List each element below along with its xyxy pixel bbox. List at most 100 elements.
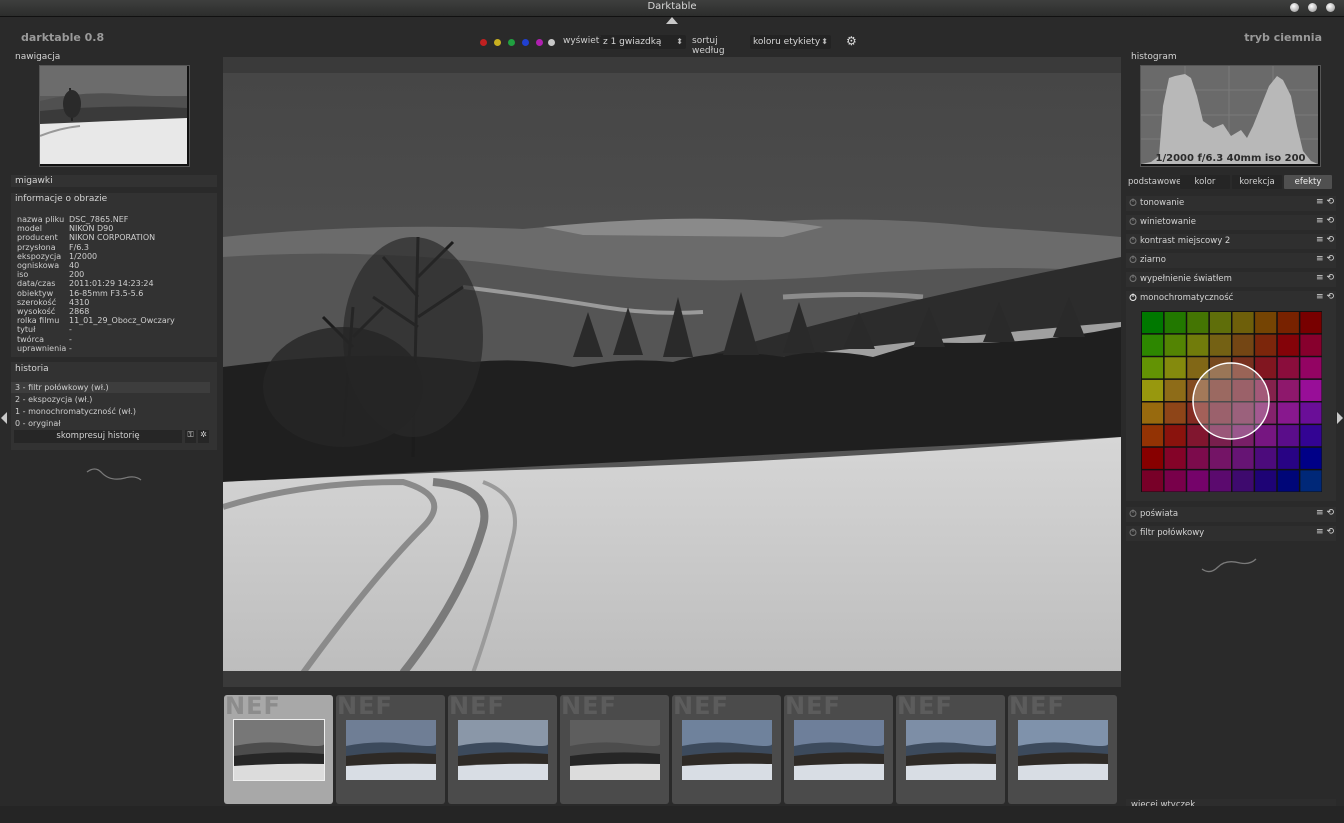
module-presets-icon[interactable]: ≡ ⟲ (1316, 235, 1334, 245)
histogram-exif-info: 1/2000 f/6.3 40mm iso 200 (1155, 153, 1306, 164)
image-info-value: NIKON D90 (69, 224, 114, 234)
module-header[interactable]: winietowanie ≡ ⟲ (1126, 215, 1336, 230)
navigation-preview[interactable] (39, 65, 190, 167)
color-label-purple-icon[interactable] (536, 39, 543, 46)
module-presets-icon[interactable]: ≡ ⟲ (1316, 292, 1334, 302)
history-item[interactable]: 3 - filtr połówkowy (wł.) (11, 382, 210, 393)
compress-history-button[interactable]: skompresuj historię (14, 430, 182, 443)
image-info-value: 11_01_29_Obocz_Owczary (69, 316, 175, 326)
filmstrip[interactable]: NEF NEF NEF NEF NEF NEF NEF NEF (223, 694, 1121, 806)
snapshots-title: migawki (15, 176, 53, 186)
power-icon[interactable] (1129, 198, 1137, 206)
image-info-key: szerokość (17, 297, 57, 307)
power-icon[interactable] (1129, 528, 1137, 536)
tab-basic[interactable]: podstawowe (1128, 177, 1181, 187)
module-presets-icon[interactable]: ≡ ⟲ (1316, 216, 1334, 226)
image-info-key: uprawnienia (17, 343, 67, 353)
monochrome-color-grid[interactable] (1141, 311, 1322, 492)
module-presets-icon[interactable]: ≡ ⟲ (1316, 197, 1334, 207)
module-presets-icon[interactable]: ≡ ⟲ (1316, 273, 1334, 283)
power-icon[interactable] (1129, 293, 1137, 301)
image-info-value: 2011:01:29 14:23:24 (69, 279, 154, 289)
image-info-key: wysokość (17, 307, 56, 316)
window-title: Darktable (647, 1, 697, 12)
thumbnail-image (1018, 720, 1108, 780)
module-header[interactable]: filtr połówkowy ≡ ⟲ (1126, 526, 1336, 541)
file-type-badge: NEF (1009, 695, 1065, 720)
power-icon[interactable] (1129, 217, 1137, 225)
module-header[interactable]: poświata ≡ ⟲ (1126, 507, 1336, 522)
filmstrip-thumbnail[interactable]: NEF (560, 695, 669, 804)
tab-correction[interactable]: korekcja (1232, 175, 1282, 189)
module-header[interactable]: tonowanie ≡ ⟲ (1126, 196, 1336, 211)
history-item[interactable]: 2 - ekspozycja (wł.) (11, 394, 210, 405)
histogram-title[interactable]: histogram (1131, 52, 1177, 62)
filmstrip-thumbnail[interactable]: NEF (336, 695, 445, 804)
image-info-row: uprawnienia - (17, 344, 72, 353)
image-info-title[interactable]: informacje o obrazie (15, 194, 107, 204)
main-image-view[interactable] (223, 57, 1121, 687)
window-titlebar: Darktable (0, 0, 1344, 17)
create-style-icon[interactable]: ✲ (198, 430, 209, 443)
close-button[interactable] (1326, 3, 1335, 12)
filmstrip-thumbnail[interactable]: NEF (1008, 695, 1117, 804)
module-header[interactable]: kontrast miejscowy 2 ≡ ⟲ (1126, 234, 1336, 249)
color-label-gray-icon[interactable] (548, 39, 555, 46)
module-header[interactable]: wypełnienie światłem ≡ ⟲ (1126, 272, 1336, 287)
monochrome-filter-circle[interactable] (1192, 362, 1270, 440)
app-version-label: darktable 0.8 (21, 31, 105, 44)
color-label-green-icon[interactable] (508, 39, 515, 46)
history-title[interactable]: historia (15, 364, 49, 374)
filmstrip-thumbnail[interactable]: NEF (224, 695, 333, 804)
power-icon[interactable] (1129, 236, 1137, 244)
color-label-red-icon[interactable] (480, 39, 487, 46)
power-icon[interactable] (1129, 274, 1137, 282)
image-info-value: F/6.3 (69, 242, 90, 252)
lock-icon[interactable]: ⚿ (185, 430, 196, 443)
module-presets-icon[interactable]: ≡ ⟲ (1316, 527, 1334, 537)
maximize-button[interactable] (1308, 3, 1317, 12)
filmstrip-thumbnail[interactable]: NEF (448, 695, 557, 804)
image-info-key: ogniskowa (17, 261, 60, 270)
module-header[interactable]: ziarno ≡ ⟲ (1126, 253, 1336, 268)
power-icon[interactable] (1129, 509, 1137, 517)
navigation-title[interactable]: nawigacja (15, 52, 60, 62)
color-grid-canvas (1142, 312, 1322, 492)
snapshots-header[interactable]: migawki (11, 175, 217, 187)
filmstrip-thumbnail[interactable]: NEF (672, 695, 781, 804)
tab-color[interactable]: kolor (1180, 175, 1230, 189)
image-info-value: NIKON CORPORATION (69, 233, 156, 243)
minimize-button[interactable] (1290, 3, 1299, 12)
left-panel-toggle-icon[interactable] (1, 412, 7, 424)
module-presets-icon[interactable]: ≡ ⟲ (1316, 508, 1334, 518)
filmstrip-thumbnail[interactable]: NEF (896, 695, 1005, 804)
module-presets-icon[interactable]: ≡ ⟲ (1316, 254, 1334, 264)
image-info-row: przysłona F/6.3 (17, 243, 89, 252)
gear-icon[interactable]: ⚙ (846, 34, 857, 48)
history-item[interactable]: 1 - monochromatyczność (wł.) (11, 406, 210, 417)
color-label-yellow-icon[interactable] (494, 39, 501, 46)
filmstrip-thumbnail[interactable]: NEF (784, 695, 893, 804)
rating-filter-value: z 1 gwiazdką (603, 37, 662, 47)
navigation-thumbnail (39, 66, 187, 164)
image-info-key: producent (17, 233, 58, 243)
image-info-row: tytuł - (17, 325, 72, 334)
image-info-value: - (69, 325, 72, 335)
histogram-graph (1141, 66, 1318, 164)
file-type-badge: NEF (897, 695, 953, 720)
history-item[interactable]: 0 - oryginał (11, 418, 210, 429)
top-panel-toggle-icon[interactable] (666, 17, 678, 24)
tab-effects[interactable]: efekty (1284, 175, 1332, 189)
image-info-key: model (17, 224, 42, 234)
right-panel-toggle-icon[interactable] (1337, 412, 1343, 424)
view-mode-label[interactable]: tryb ciemnia (1244, 31, 1322, 44)
show-label: wyświetl (563, 36, 602, 46)
sort-select[interactable]: koloru etykiety ⬍ (750, 35, 831, 49)
power-icon[interactable] (1129, 255, 1137, 263)
module-monochrome-header[interactable]: monochromatyczność ≡ ⟲ (1126, 291, 1336, 306)
image-info-row: iso 200 (17, 270, 84, 279)
histogram-panel[interactable]: 1/2000 f/6.3 40mm iso 200 (1140, 65, 1321, 167)
color-label-blue-icon[interactable] (522, 39, 529, 46)
rating-filter-select[interactable]: z 1 gwiazdką ⬍ (600, 35, 686, 49)
module-name: kontrast miejscowy 2 (1140, 236, 1231, 246)
